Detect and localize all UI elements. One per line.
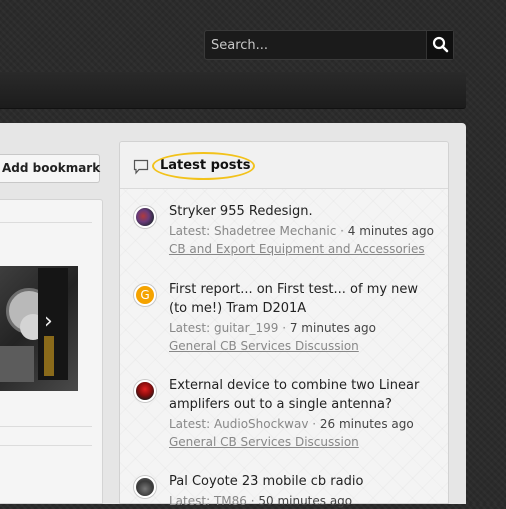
chevron-right-icon[interactable]: › (44, 309, 53, 334)
post-forum-link[interactable]: CB and Export Equipment and Accessories (169, 241, 425, 257)
post-meta: Latest: AudioShockwav · 26 minutes ago (169, 416, 414, 432)
latest-posts-panel: Latest posts Stryker 955 Redesign. Lates… (119, 141, 449, 508)
chat-bubble-icon (133, 159, 149, 175)
search-box (204, 30, 454, 60)
post-title[interactable]: Stryker 955 Redesign. (169, 202, 431, 221)
add-bookmark-button[interactable]: Add bookmark (0, 154, 100, 183)
post-meta: Latest: guitar_199 · 7 minutes ago (169, 320, 376, 336)
post-time[interactable]: 26 minutes ago (320, 417, 414, 431)
search-icon (432, 36, 449, 53)
post-title[interactable]: First report... on First test... of my n… (169, 280, 431, 318)
avatar[interactable] (134, 206, 156, 228)
search-input[interactable] (205, 31, 427, 59)
latest-label: Latest: (169, 224, 214, 238)
search-button[interactable] (426, 31, 453, 59)
latest-label: Latest: (169, 494, 214, 508)
post-title[interactable]: External device to combine two Linear am… (169, 376, 431, 414)
post-author[interactable]: guitar_199 (214, 321, 278, 335)
separator: · (336, 224, 348, 238)
post-author[interactable]: TM86 (214, 494, 247, 508)
post-title[interactable]: Pal Coyote 23 mobile cb radio (169, 472, 431, 491)
divider (0, 222, 92, 223)
separator: · (246, 494, 259, 508)
thread-card: › (0, 199, 103, 504)
avatar[interactable] (134, 380, 156, 402)
post-time[interactable]: 4 minutes ago (348, 224, 434, 238)
post-time[interactable]: 50 minutes ago (258, 494, 352, 508)
add-bookmark-label: Add bookmark (2, 161, 101, 175)
post-meta: Latest: TM86 · 50 minutes ago (169, 493, 352, 509)
divider (0, 445, 92, 446)
avatar[interactable] (134, 476, 156, 498)
navigation-bar (0, 72, 466, 109)
post-forum-link[interactable]: General CB Services Discussion (169, 434, 359, 450)
separator: · (308, 417, 320, 431)
post-forum-link[interactable]: General CB Services Discussion (169, 338, 359, 354)
separator: · (278, 321, 290, 335)
avatar[interactable]: G (134, 284, 156, 306)
panel-header: Latest posts (120, 142, 448, 189)
latest-label: Latest: (169, 321, 214, 335)
post-author[interactable]: Shadetree Mechanic (214, 224, 336, 238)
post-time[interactable]: 7 minutes ago (290, 321, 376, 335)
post-meta: Latest: Shadetree Mechanic · 4 minutes a… (169, 223, 434, 239)
latest-label: Latest: (169, 417, 214, 431)
post-author[interactable]: AudioShockwav (214, 417, 309, 431)
divider (0, 426, 92, 427)
thread-image[interactable]: › (0, 266, 78, 391)
highlight-annotation (152, 152, 255, 180)
